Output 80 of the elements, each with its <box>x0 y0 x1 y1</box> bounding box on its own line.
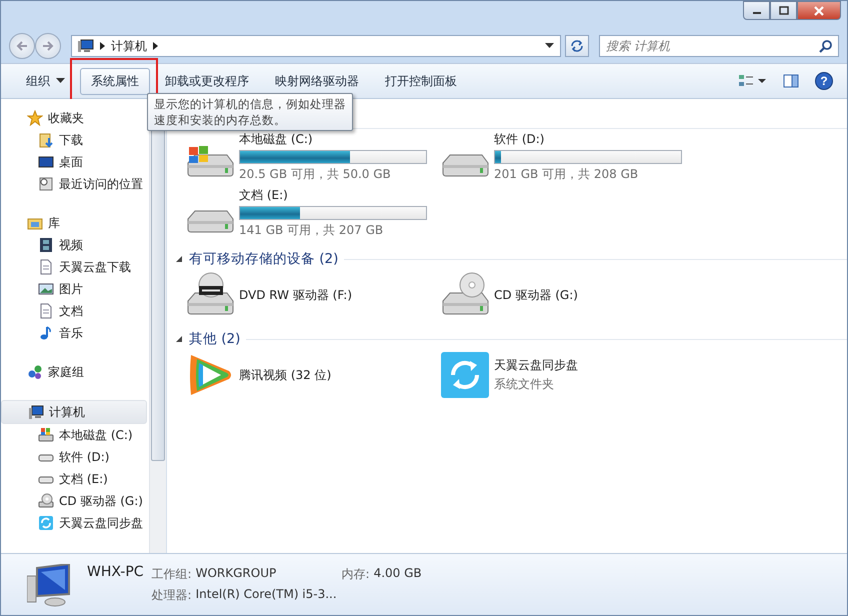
sidebar-item[interactable]: 计算机 <box>1 400 147 424</box>
refresh-icon <box>569 39 585 53</box>
dropdown-icon[interactable] <box>545 43 554 49</box>
film-icon <box>38 237 54 253</box>
item-name[interactable]: DVD RW 驱动器 (F:) <box>239 286 352 304</box>
status-label: 内存: <box>342 566 370 583</box>
toolbar-button[interactable]: 打开控制面板 <box>374 68 468 94</box>
monitor-icon <box>38 154 54 170</box>
sidebar-item[interactable]: 本地磁盘 (C:) <box>1 424 149 446</box>
computer-icon <box>78 39 94 53</box>
toolbar-button[interactable]: 系统属性 <box>80 68 150 94</box>
document-icon <box>38 303 54 319</box>
status-label: 处理器: <box>152 587 192 604</box>
refresh-button[interactable] <box>565 35 589 57</box>
item-name[interactable]: CD 驱动器 (G:) <box>494 286 578 304</box>
recent-places-icon <box>38 176 54 192</box>
document-icon <box>38 259 54 275</box>
computer-name: WHX-PC <box>87 564 144 580</box>
music-note-icon <box>38 325 54 341</box>
close-button[interactable] <box>797 1 841 20</box>
status-value: WORKGROUP <box>196 566 276 582</box>
item-name[interactable]: 软件 (D:) <box>494 131 682 148</box>
status-value: Intel(R) Core(TM) i5-3... <box>196 587 337 603</box>
view-list-icon <box>739 74 767 88</box>
drive-icon <box>38 427 54 443</box>
item-name[interactable]: 天翼云盘同步盘 <box>494 357 578 374</box>
pane-icon <box>783 74 799 88</box>
minimize-button[interactable] <box>743 1 770 20</box>
chevron-icon[interactable] <box>153 42 158 50</box>
sidebar-item[interactable]: CD 驱动器 (G:) <box>1 490 149 512</box>
toolbar-button[interactable]: 组织 <box>15 68 76 94</box>
sidebar-item[interactable]: 文档 (E:) <box>1 468 149 490</box>
forward-arrow-icon <box>41 40 55 52</box>
search-icon[interactable] <box>819 39 833 53</box>
search-field[interactable]: 搜索 计算机 <box>599 35 839 57</box>
tooltip-text: 速度和安装的内存总数。 <box>154 112 287 128</box>
address-bar[interactable]: 计算机 <box>71 35 561 57</box>
star-icon <box>27 110 43 126</box>
folder-icon <box>38 132 54 148</box>
sidebar-item[interactable]: 文档 <box>1 300 149 322</box>
sidebar-item[interactable]: 家庭组 <box>1 361 149 383</box>
toolbar-button[interactable]: 映射网络驱动器 <box>264 68 370 94</box>
help-button[interactable]: ? <box>815 72 833 90</box>
tooltip-text: 显示您的计算机的信息，例如处理器 <box>154 96 346 112</box>
sidebar-item[interactable]: 下载 <box>1 129 149 151</box>
item-name[interactable]: 腾讯视频 (32 位) <box>239 366 332 384</box>
sidebar-item[interactable]: 最近访问的位置 <box>1 173 149 195</box>
sidebar-item[interactable]: 天翼云盘同步盘 <box>1 512 149 534</box>
sidebar-item[interactable]: 天翼云盘下载 <box>1 256 149 278</box>
status-label: 工作组: <box>152 566 192 583</box>
group-header[interactable]: 有可移动存储的设备 (2) <box>189 250 338 268</box>
sidebar-item[interactable]: 收藏夹 <box>1 107 149 129</box>
collapse-icon[interactable] <box>175 335 183 343</box>
free-space-text: 201 GB 可用，共 208 GB <box>494 166 640 183</box>
back-arrow-icon <box>15 40 29 52</box>
collapse-icon[interactable] <box>175 255 183 263</box>
homegroup-icon <box>27 364 43 380</box>
sidebar-item[interactable]: 软件 (D:) <box>1 446 149 468</box>
breadcrumb-item[interactable]: 计算机 <box>111 38 147 54</box>
close-icon <box>813 6 825 16</box>
maximize-button[interactable] <box>770 1 797 20</box>
cd-drive-icon <box>38 493 54 509</box>
free-space-text: 20.5 GB 可用，共 50.0 GB <box>239 166 392 183</box>
item-name[interactable]: 本地磁盘 (C:) <box>239 131 427 148</box>
sync-icon <box>38 515 54 531</box>
toolbar-button[interactable]: 卸载或更改程序 <box>154 68 260 94</box>
computer-icon <box>28 404 44 420</box>
sidebar-item[interactable]: 图片 <box>1 278 149 300</box>
maximize-icon <box>778 6 788 15</box>
free-space-text: 141 GB 可用，共 207 GB <box>239 222 384 239</box>
chevron-icon[interactable] <box>100 42 105 50</box>
picture-icon <box>38 281 54 297</box>
sidebar-item[interactable]: 库 <box>1 212 149 234</box>
sidebar-item[interactable]: 视频 <box>1 234 149 256</box>
sidebar-item[interactable]: 桌面 <box>1 151 149 173</box>
item-name[interactable]: 文档 (E:) <box>239 187 427 204</box>
status-value: 4.00 GB <box>374 566 422 582</box>
item-type: 系统文件夹 <box>494 376 555 393</box>
group-header[interactable]: 其他 (2) <box>189 330 240 348</box>
sidebar-item[interactable]: 音乐 <box>1 322 149 344</box>
